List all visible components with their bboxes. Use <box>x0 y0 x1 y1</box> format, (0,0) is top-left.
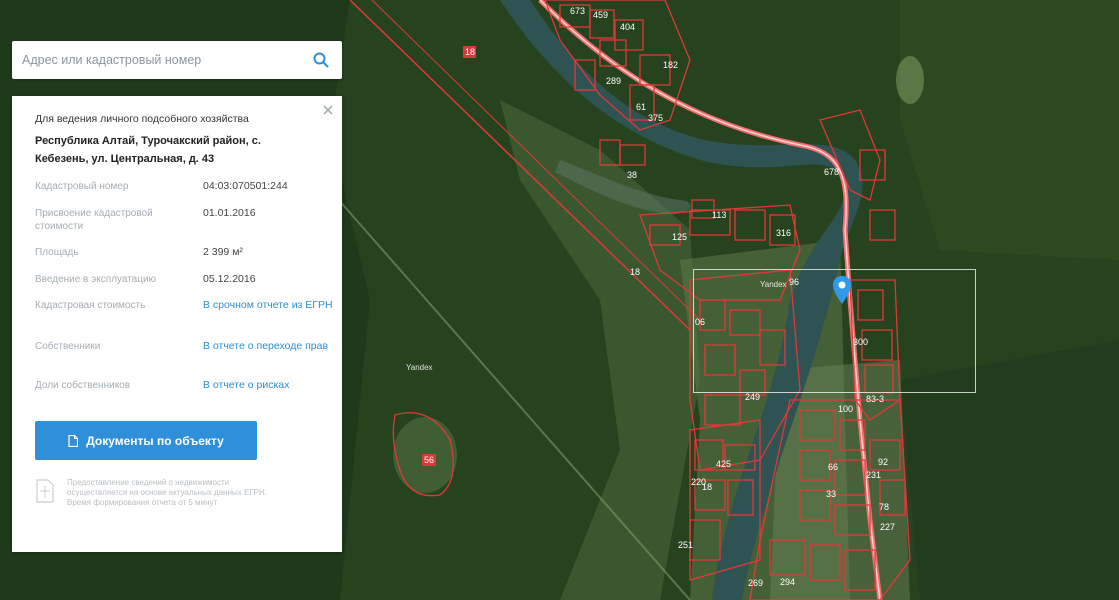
report-note: Предоставление сведений о недвижимости о… <box>67 478 267 507</box>
owner-shares-label: Доли собственников <box>35 380 131 391</box>
owner-shares-link[interactable]: В отчете о рисках <box>203 379 333 392</box>
close-icon[interactable] <box>321 103 335 117</box>
area-value: 2 399 м² <box>203 246 243 258</box>
search-input[interactable] <box>12 41 302 79</box>
map-pin-icon[interactable] <box>833 276 851 304</box>
parcel-address: Республика Алтай, Турочакский район, с. … <box>35 135 261 165</box>
parcel-label: 269 <box>748 578 763 588</box>
parcel-label: 78 <box>879 502 889 512</box>
owners-label: Собственники <box>35 341 101 352</box>
parcel-label: 113 <box>712 210 726 220</box>
documents-button[interactable]: Документы по объекту <box>35 421 257 460</box>
cadastral-number-label: Кадастровый номер <box>35 181 129 192</box>
owners-link[interactable]: В отчете о переходе прав <box>203 340 333 353</box>
parcel-label: 18 <box>702 482 712 492</box>
info-document-icon <box>36 479 54 503</box>
parcel-label: 18 <box>630 267 640 277</box>
cadastral-number-value: 04:03:070501:244 <box>203 180 288 192</box>
parcel-label: 294 <box>780 577 795 587</box>
parcel-label: 227 <box>880 522 895 532</box>
document-icon <box>68 434 79 447</box>
parcel-label: 92 <box>878 457 888 467</box>
parcel-label: 61 <box>636 102 646 112</box>
parcel-label: 425 <box>716 459 731 469</box>
parcel-label: 251 <box>678 540 693 550</box>
parcel-label: 249 <box>745 392 760 402</box>
commissioning-label: Введение в эксплуатацию <box>35 274 157 285</box>
parcel-label: 66 <box>828 462 838 472</box>
yandex-attribution: Yandex <box>760 280 787 289</box>
parcel-label: 316 <box>776 228 791 238</box>
parcel-label: 678 <box>824 167 839 177</box>
documents-button-label: Документы по объекту <box>86 433 224 448</box>
parcel-label: 18 <box>465 47 475 57</box>
parcel-label: 404 <box>620 22 635 32</box>
area-label: Площадь <box>35 247 79 258</box>
parcel-label: 56 <box>424 455 434 465</box>
commissioning-value: 05.12.2016 <box>203 273 256 285</box>
parcel-label: 83-3 <box>866 394 884 404</box>
parcel-label: 182 <box>663 60 678 70</box>
parcel-label: 125 <box>672 232 687 242</box>
valuation-date-label: Присвоение кадастровой стоимости <box>35 208 153 232</box>
cadastral-value-label: Кадастровая стоимость <box>35 300 146 311</box>
parcel-label: 33 <box>826 489 836 499</box>
parcel-label: 673 <box>570 6 585 16</box>
parcel-label: 231 <box>866 470 881 480</box>
valuation-date-value: 01.01.2016 <box>203 207 256 219</box>
parcel-label: 459 <box>593 10 608 20</box>
parcel-label: 100 <box>838 404 853 414</box>
search-icon[interactable] <box>313 52 329 68</box>
search-bar <box>12 41 342 79</box>
cadastral-value-link[interactable]: В срочном отчете из ЕГРН <box>203 299 333 312</box>
parcel-label: 38 <box>627 170 637 180</box>
yandex-attribution: Yandex <box>406 363 433 372</box>
parcel-label: 289 <box>606 76 621 86</box>
land-purpose: Для ведения личного подсобного хозяйства <box>35 113 249 125</box>
parcel-label: 375 <box>648 113 663 123</box>
parcel-info-card: Для ведения личного подсобного хозяйства… <box>12 96 342 552</box>
